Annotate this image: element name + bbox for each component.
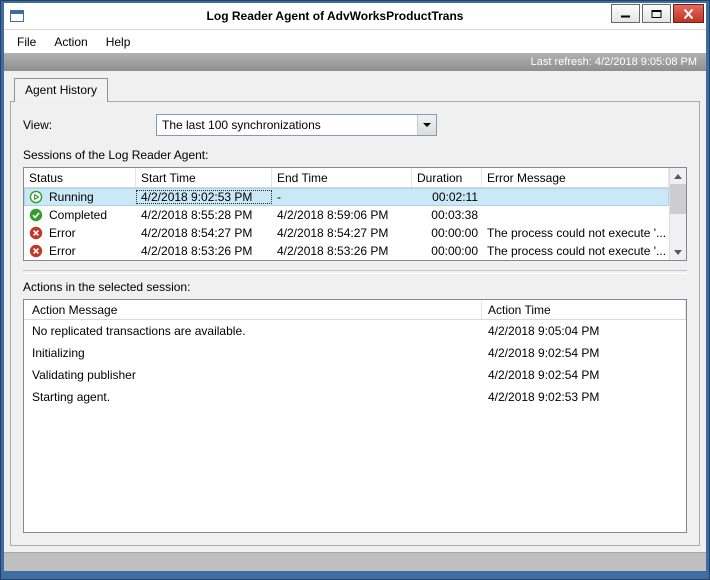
- actions-table-body: Action Message Action Time No replicated…: [24, 300, 686, 532]
- maximize-icon: [651, 9, 662, 18]
- column-header-error-message[interactable]: Error Message: [482, 168, 669, 187]
- start-time-cell: 4/2/2018 9:02:53 PM: [136, 190, 272, 204]
- end-time-cell: 4/2/2018 8:59:06 PM: [277, 208, 389, 222]
- action-message-cell: No replicated transactions are available…: [32, 324, 246, 338]
- scrollbar-thumb[interactable]: [670, 184, 686, 214]
- actions-header-row: Action Message Action Time: [24, 300, 686, 320]
- sessions-table-body: Status Start Time End Time Duration Erro…: [24, 168, 669, 260]
- view-label: View:: [23, 118, 53, 132]
- menu-bar: File Action Help: [4, 29, 706, 53]
- error-message-cell: The process could not execute '...: [487, 244, 667, 258]
- status-text: Completed: [49, 208, 108, 222]
- duration-cell: 00:02:11: [432, 190, 478, 204]
- action-row[interactable]: Validating publisher 4/2/2018 9:02:54 PM: [24, 364, 686, 386]
- menu-file[interactable]: File: [8, 32, 45, 52]
- scroll-down-icon: [674, 249, 682, 255]
- status-cell: Error: [24, 244, 136, 258]
- duration-cell: 00:03:38: [431, 208, 478, 222]
- end-time-cell: 4/2/2018 8:54:27 PM: [277, 226, 389, 240]
- scroll-up-icon: [674, 173, 682, 179]
- error-icon: [29, 226, 43, 240]
- action-time-cell: 4/2/2018 9:05:04 PM: [488, 324, 600, 338]
- actions-table: Action Message Action Time No replicated…: [23, 299, 687, 533]
- error-message-cell: The process could not execute '...: [487, 226, 667, 240]
- sessions-header-row: Status Start Time End Time Duration Erro…: [24, 168, 669, 188]
- close-button[interactable]: [673, 4, 704, 23]
- session-row-error-1[interactable]: Error 4/2/2018 8:54:27 PM 4/2/2018 8:54:…: [24, 224, 669, 242]
- action-row[interactable]: Initializing 4/2/2018 9:02:54 PM: [24, 342, 686, 364]
- action-row[interactable]: No replicated transactions are available…: [24, 320, 686, 342]
- start-time-cell: 4/2/2018 8:55:28 PM: [141, 208, 253, 222]
- tab-agent-history[interactable]: Agent History: [14, 78, 109, 102]
- menu-help[interactable]: Help: [97, 32, 140, 52]
- scrollbar-track[interactable]: [670, 184, 686, 244]
- column-header-duration[interactable]: Duration: [412, 168, 482, 187]
- view-dropdown[interactable]: The last 100 synchronizations: [156, 114, 437, 136]
- window-controls: [611, 4, 704, 23]
- start-time-cell: 4/2/2018 8:54:27 PM: [141, 226, 253, 240]
- menu-action[interactable]: Action: [45, 32, 96, 52]
- close-icon: [683, 8, 694, 19]
- running-icon: [29, 190, 43, 204]
- scroll-down-button[interactable]: [670, 244, 686, 260]
- action-message-cell: Initializing: [32, 346, 85, 360]
- action-row[interactable]: Starting agent. 4/2/2018 9:02:53 PM: [24, 386, 686, 408]
- action-message-cell: Validating publisher: [32, 368, 136, 382]
- window-frame: Log Reader Agent of AdvWorksProductTrans: [0, 0, 710, 580]
- status-cell: Completed: [24, 208, 136, 222]
- status-text: Error: [49, 244, 76, 258]
- status-cell: Running: [24, 190, 136, 204]
- error-icon: [29, 244, 43, 258]
- column-header-status[interactable]: Status: [24, 168, 136, 187]
- status-text: Running: [49, 190, 94, 204]
- column-header-end-time[interactable]: End Time: [272, 168, 412, 187]
- status-cell: Error: [24, 226, 136, 240]
- duration-cell: 00:00:00: [431, 244, 478, 258]
- action-time-cell: 4/2/2018 9:02:53 PM: [488, 390, 600, 404]
- action-time-cell: 4/2/2018 9:02:54 PM: [488, 346, 600, 360]
- bottom-status-strip: [4, 552, 706, 571]
- action-message-cell: Starting agent.: [32, 390, 111, 404]
- completed-icon: [29, 208, 43, 222]
- title-bar[interactable]: Log Reader Agent of AdvWorksProductTrans: [4, 3, 706, 29]
- view-dropdown-value: The last 100 synchronizations: [162, 118, 321, 132]
- minimize-button[interactable]: [611, 4, 640, 23]
- status-text: Error: [49, 226, 76, 240]
- column-header-action-time[interactable]: Action Time: [482, 300, 686, 319]
- refresh-bar: Last refresh: 4/2/2018 9:05:08 PM: [4, 53, 706, 71]
- chevron-down-icon: [423, 123, 431, 127]
- end-time-cell: -: [277, 190, 281, 204]
- end-time-cell: 4/2/2018 8:53:26 PM: [277, 244, 389, 258]
- duration-cell: 00:00:00: [431, 226, 478, 240]
- column-header-action-message[interactable]: Action Message: [24, 300, 482, 319]
- sessions-scrollbar[interactable]: [669, 168, 686, 260]
- view-row: View: The last 100 synchronizations: [23, 114, 687, 136]
- last-refresh-text: Last refresh: 4/2/2018 9:05:08 PM: [530, 56, 697, 68]
- actions-label: Actions in the selected session:: [23, 280, 191, 294]
- agent-history-page: View: The last 100 synchronizations Sess…: [10, 101, 700, 546]
- session-row-error-2[interactable]: Error 4/2/2018 8:53:26 PM 4/2/2018 8:53:…: [24, 242, 669, 260]
- splitter[interactable]: [23, 270, 687, 274]
- app-icon: [10, 10, 24, 22]
- window-title: Log Reader Agent of AdvWorksProductTrans: [206, 9, 464, 23]
- action-time-cell: 4/2/2018 9:02:54 PM: [488, 368, 600, 382]
- sessions-table: Status Start Time End Time Duration Erro…: [23, 167, 687, 261]
- client-area: Agent History View: The last 100 synchro…: [4, 71, 706, 552]
- sessions-label: Sessions of the Log Reader Agent:: [23, 148, 209, 162]
- view-dropdown-button[interactable]: [417, 115, 436, 135]
- session-row-completed[interactable]: Completed 4/2/2018 8:55:28 PM 4/2/2018 8…: [24, 206, 669, 224]
- minimize-icon: [621, 15, 630, 17]
- start-time-cell: 4/2/2018 8:53:26 PM: [141, 244, 253, 258]
- tab-strip: Agent History: [10, 77, 700, 102]
- maximize-button[interactable]: [642, 4, 671, 23]
- column-header-start-time[interactable]: Start Time: [136, 168, 272, 187]
- scroll-up-button[interactable]: [670, 168, 686, 184]
- session-row-running[interactable]: Running 4/2/2018 9:02:53 PM - 00:02:11: [24, 188, 669, 206]
